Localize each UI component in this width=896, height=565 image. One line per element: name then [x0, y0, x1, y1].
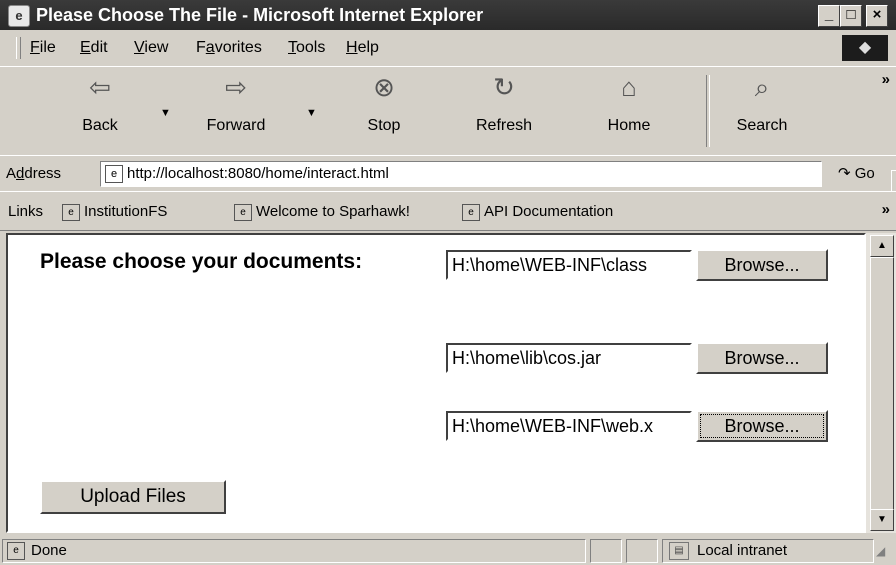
go-button[interactable]: ↷ Go [838, 164, 875, 182]
forward-button[interactable]: ⇨ Forward [196, 71, 276, 135]
minimize-button[interactable]: _ [818, 5, 840, 27]
toolbar-more-icon[interactable]: » [882, 71, 890, 88]
scroll-up-icon[interactable]: ▲ [870, 235, 894, 257]
file-input-1[interactable]: H:\home\WEB-INF\class [446, 250, 692, 280]
address-input[interactable]: e http://localhost:8080/home/interact.ht… [100, 161, 896, 192]
link-page-icon: e [62, 203, 80, 221]
links-bar: Links e InstitutionFS e Welcome to Sparhaw… [0, 191, 896, 231]
upload-files-button[interactable]: Upload Files [40, 480, 226, 514]
menu-help[interactable]: Help [346, 39, 379, 57]
status-page-icon: e [7, 542, 25, 560]
vertical-scrollbar[interactable]: ▲ ▼ [866, 233, 896, 533]
forward-arrow-icon: ⇨ [225, 72, 247, 102]
links-more-icon[interactable]: » [882, 201, 890, 218]
stop-button[interactable]: ⊗ Stop [354, 71, 414, 135]
address-label: Address [6, 165, 62, 182]
page-content: Please choose your documents: H:\home\WE… [6, 233, 866, 533]
menu-edit[interactable]: Edit [80, 39, 108, 57]
stop-icon: ⊗ [373, 72, 395, 102]
menu-grip [16, 37, 21, 59]
link-page-icon: e [234, 203, 252, 221]
ie-page-icon: e [8, 5, 30, 27]
zone-text: Local intranet [697, 542, 788, 559]
go-arrow-icon: ↷ [838, 165, 851, 182]
link-institutionfs[interactable]: e InstitutionFS [62, 203, 167, 221]
scroll-down-icon[interactable]: ▼ [870, 509, 894, 531]
address-bar: Address e http://localhost:8080/home/int… [0, 155, 896, 192]
back-dropdown-icon[interactable]: ▼ [160, 107, 171, 119]
status-pane [626, 539, 658, 563]
search-icon: ⌕ [754, 72, 770, 102]
window-title: Please Choose The File - Microsoft Inter… [36, 5, 484, 25]
form-heading: Please choose your documents: [40, 250, 363, 273]
maximize-button[interactable]: □ [840, 5, 862, 27]
browse-button-1[interactable]: Browse... [696, 249, 828, 281]
scroll-thumb[interactable] [870, 257, 894, 511]
home-icon: ⌂ [621, 72, 637, 102]
file-input-3[interactable]: H:\home\WEB-INF\web.x [446, 411, 692, 441]
status-bar: e Done ▤ Local intranet ◢ [0, 536, 896, 565]
link-sparhawk[interactable]: e Welcome to Sparhawk! [234, 203, 410, 221]
resize-grip-icon[interactable]: ◢ [876, 544, 885, 558]
standard-toolbar: ⇦ Back ▼ ⇨ Forward ▼ ⊗ Stop ↻ Refresh ⌂ … [0, 66, 896, 156]
menu-file[interactable]: File [30, 39, 56, 57]
close-button[interactable]: × [866, 5, 888, 27]
address-dropdown-icon[interactable]: ▼ [891, 170, 896, 192]
refresh-button[interactable]: ↻ Refresh [464, 71, 544, 135]
zone-pane: ▤ Local intranet [662, 539, 874, 563]
menu-view[interactable]: View [134, 39, 168, 57]
intranet-zone-icon: ▤ [669, 542, 689, 560]
home-button[interactable]: ⌂ Home [594, 71, 664, 135]
forward-dropdown-icon[interactable]: ▼ [306, 107, 317, 119]
address-url[interactable]: http://localhost:8080/home/interact.html [127, 165, 389, 182]
link-api-documentation[interactable]: e API Documentation [462, 203, 613, 221]
menu-tools[interactable]: Tools [288, 39, 325, 57]
toolbar-separator [706, 75, 710, 147]
title-bar: e Please Choose The File - Microsoft Int… [0, 0, 896, 30]
back-button[interactable]: ⇦ Back [70, 71, 130, 135]
file-input-2[interactable]: H:\home\lib\cos.jar [446, 343, 692, 373]
status-text: Done [31, 542, 67, 559]
status-pane [590, 539, 622, 563]
search-button[interactable]: ⌕ Search [724, 71, 800, 135]
browse-button-3[interactable]: Browse... [696, 410, 828, 442]
back-arrow-icon: ⇦ [89, 72, 111, 102]
menu-bar: File Edit View Favorites Tools Help ◆ [0, 31, 896, 64]
refresh-icon: ↻ [493, 72, 515, 102]
links-label: Links [8, 203, 44, 220]
windows-logo-icon: ◆ [842, 35, 888, 61]
browse-button-2[interactable]: Browse... [696, 342, 828, 374]
status-main-pane: e Done [2, 539, 586, 563]
menu-favorites[interactable]: Favorites [196, 39, 262, 57]
link-page-icon: e [462, 203, 480, 221]
page-icon: e [105, 165, 123, 183]
